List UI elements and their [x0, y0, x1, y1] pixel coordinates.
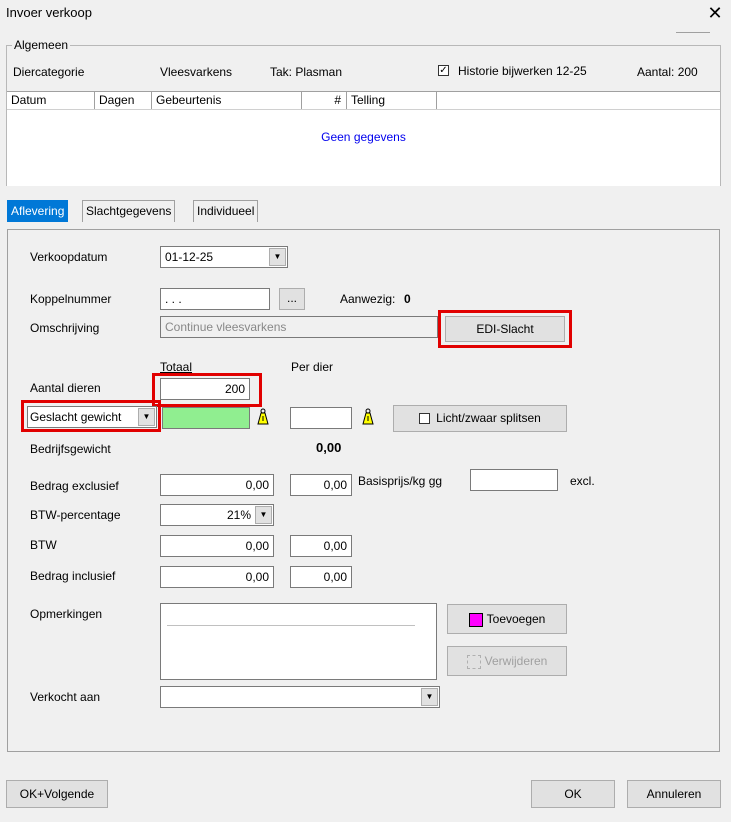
scale-per-dier-icon[interactable]	[360, 408, 376, 429]
verkoopdatum-label: Verkoopdatum	[30, 250, 108, 264]
verkoopdatum-dropdown-icon[interactable]: ▼	[269, 248, 286, 266]
opmerkingen-list[interactable]	[160, 603, 437, 680]
historie-checkbox[interactable]: ✓	[438, 65, 449, 76]
btw-percentage-dropdown-icon[interactable]: ▼	[255, 506, 272, 524]
btw-per-dier-field[interactable]: 0,00	[290, 535, 352, 557]
bedrag-exclusief-totaal-field[interactable]: 0,00	[160, 474, 274, 496]
btw-per-dier-value: 0,00	[323, 539, 347, 553]
empty-message: Geen gegevens	[321, 130, 406, 144]
col-header-number[interactable]: #	[302, 92, 347, 109]
verwijderen-icon	[466, 654, 481, 669]
edi-slacht-button[interactable]: EDI-Slacht	[445, 316, 565, 342]
toevoegen-icon	[468, 612, 483, 627]
opmerkingen-label: Opmerkingen	[30, 607, 103, 621]
annuleren-button[interactable]: Annuleren	[627, 780, 721, 808]
basisprijs-field[interactable]	[470, 469, 558, 491]
scale-totaal-icon[interactable]	[255, 408, 271, 429]
verkocht-aan-select[interactable]	[160, 686, 440, 708]
col-header-gebeurtenis[interactable]: Gebeurtenis	[152, 92, 302, 109]
licht-zwaar-checkbox[interactable]	[419, 413, 431, 425]
bedrijfsgewicht-value: 0,00	[316, 440, 342, 455]
aanwezig-value: 0	[404, 292, 411, 306]
licht-zwaar-button[interactable]: Licht/zwaar splitsen	[393, 405, 567, 432]
gewicht-type-value: Geslacht gewicht	[30, 410, 122, 424]
close-icon[interactable]: ✕	[704, 0, 726, 26]
bedrag-inclusief-per-dier-field[interactable]: 0,00	[290, 566, 352, 588]
btw-percentage-label: BTW-percentage	[30, 508, 121, 522]
bedrag-exclusief-totaal-value: 0,00	[245, 478, 269, 492]
aantal-dieren-field[interactable]: 200	[160, 378, 250, 400]
bedrag-exclusief-per-dier-field[interactable]: 0,00	[290, 474, 352, 496]
aantal-dieren-value: 200	[224, 382, 245, 396]
historie-label[interactable]: Historie bijwerken 12-25	[458, 64, 587, 78]
algemeen-legend: Algemeen	[12, 38, 71, 52]
excl-label: excl.	[570, 474, 595, 488]
window-title: Invoer verkoop	[6, 5, 92, 20]
bedrag-inclusief-totaal-field[interactable]: 0,00	[160, 566, 274, 588]
events-grid-header: Datum Dagen Gebeurtenis # Telling	[7, 91, 720, 110]
omschrijving-label: Omschrijving	[30, 321, 100, 335]
events-grid-body[interactable]: Geen gegevens	[7, 110, 720, 186]
verwijderen-button[interactable]: Verwijderen	[447, 646, 567, 676]
koppelnummer-label: Koppelnummer	[30, 292, 112, 306]
aantal-value: Aantal: 200	[637, 65, 698, 79]
bedrag-inclusief-totaal-value: 0,00	[245, 570, 269, 584]
btw-label: BTW	[30, 538, 57, 552]
bedrag-exclusief-label: Bedrag exclusief	[30, 479, 119, 493]
verwijderen-label: Verwijderen	[484, 654, 548, 668]
omschrijving-value: Continue vleesvarkens	[165, 320, 287, 334]
ok-button[interactable]: OK	[531, 780, 615, 808]
btw-totaal-field[interactable]: 0,00	[160, 535, 274, 557]
basisprijs-label: Basisprijs/kg gg	[358, 474, 443, 488]
gewicht-totaal-field[interactable]	[162, 407, 250, 429]
tab-slachtgegevens[interactable]: Slachtgegevens	[82, 200, 176, 222]
col-header-datum[interactable]: Datum	[7, 92, 95, 109]
ok-volgende-button[interactable]: OK+Volgende	[6, 780, 108, 808]
toevoegen-label: Toevoegen	[486, 612, 546, 626]
diercategorie-label: Diercategorie	[13, 65, 85, 79]
title-divider	[676, 32, 710, 33]
koppelnummer-field[interactable]: . . .	[160, 288, 270, 310]
bedrag-inclusief-label: Bedrag inclusief	[30, 569, 116, 583]
bedrag-inclusief-per-dier-value: 0,00	[323, 570, 347, 584]
gewicht-type-dropdown-icon[interactable]: ▼	[138, 408, 155, 426]
tab-individueel[interactable]: Individueel	[193, 200, 259, 222]
toevoegen-button[interactable]: Toevoegen	[447, 604, 567, 634]
omschrijving-field[interactable]: Continue vleesvarkens	[160, 316, 438, 338]
gewicht-per-dier-field[interactable]	[290, 407, 352, 429]
opmerkingen-separator	[167, 625, 415, 626]
koppelnummer-browse-button[interactable]: ...	[279, 288, 305, 310]
aantal-dieren-label: Aantal dieren	[30, 381, 101, 395]
licht-zwaar-label: Licht/zwaar splitsen	[436, 411, 541, 425]
diercategorie-value: Vleesvarkens	[160, 65, 233, 79]
per-dier-header: Per dier	[291, 360, 334, 374]
koppelnummer-value: . . .	[165, 292, 182, 306]
col-header-telling[interactable]: Telling	[347, 92, 437, 109]
tak-value: Tak: Plasman	[270, 65, 343, 79]
bedrijfsgewicht-label: Bedrijfsgewicht	[30, 442, 111, 456]
btw-percentage-value: 21%	[226, 508, 251, 522]
verkoopdatum-value: 01-12-25	[165, 250, 214, 264]
btw-totaal-value: 0,00	[245, 539, 269, 553]
verkocht-aan-dropdown-icon[interactable]: ▼	[421, 688, 438, 706]
verkocht-aan-label: Verkocht aan	[30, 690, 101, 704]
col-header-dagen[interactable]: Dagen	[95, 92, 152, 109]
aanwezig-label: Aanwezig:	[340, 292, 396, 306]
totaal-header: Totaal	[160, 360, 193, 374]
tab-aflevering[interactable]: Aflevering	[7, 200, 69, 222]
bedrag-exclusief-per-dier-value: 0,00	[323, 478, 347, 492]
